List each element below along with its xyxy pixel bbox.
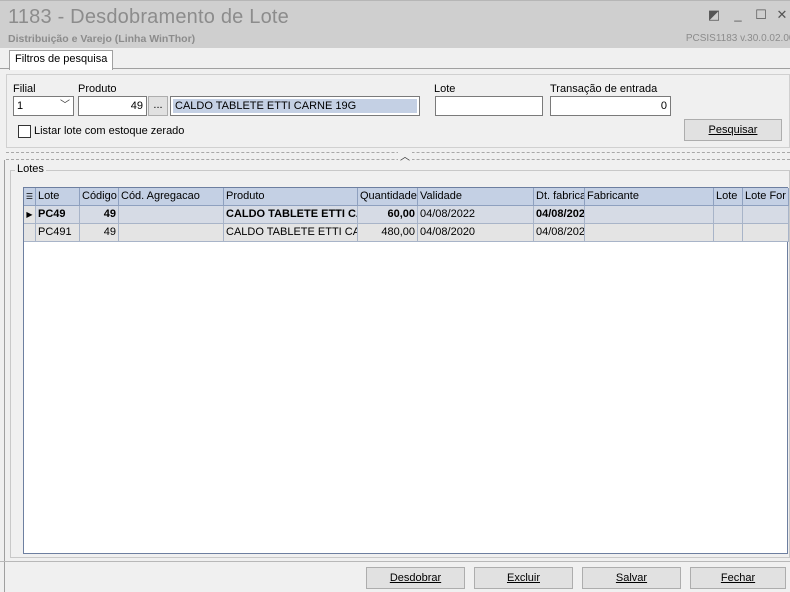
cell-fabricante [585, 206, 714, 224]
column-header-lote2[interactable]: Lote [714, 188, 743, 206]
cell-produto: CALDO TABLETE ETTI CARNE 19G [224, 206, 358, 224]
excluir-label: Excluir [506, 572, 540, 584]
cell-codigo: 49 [80, 206, 119, 224]
cell-validade: 04/08/2022 [418, 206, 534, 224]
cell-quantidade: 60,00 [358, 206, 418, 224]
produto-description: CALDO TABLETE ETTI CARNE 19G [173, 99, 417, 113]
left-border [4, 160, 5, 592]
cell-fabricante [585, 224, 714, 242]
lotes-grid[interactable]: ☰ Lote Código Cód. Agregacao Produto Qua… [23, 187, 789, 554]
column-header-lote[interactable]: Lote [36, 188, 80, 206]
tab-filtros-de-pesquisa[interactable]: Filtros de pesquisa [9, 50, 114, 70]
fechar-button[interactable]: Fechar [690, 567, 786, 589]
lotes-title: Lotes [15, 163, 46, 175]
cell-agregacao [119, 206, 224, 224]
cell-agregacao [119, 224, 224, 242]
column-header-codigo[interactable]: Código [80, 188, 119, 206]
tab-strip: Filtros de pesquisa [0, 48, 790, 70]
transacao-input[interactable]: 0 [550, 96, 671, 116]
column-header-validade[interactable]: Validade [418, 188, 534, 206]
cell-lote2 [714, 224, 743, 242]
row-indicator-icon: ▶ [24, 206, 36, 224]
column-header-lote-fornecedor[interactable]: Lote For [743, 188, 789, 206]
cell-validade: 04/08/2020 [418, 224, 534, 242]
close-icon[interactable]: ✕ [774, 7, 790, 23]
filial-value: 1 [17, 100, 24, 112]
cell-produto: CALDO TABLETE ETTI CARNE 19G [224, 224, 358, 242]
minimize-icon[interactable]: _ [730, 7, 746, 23]
table-row[interactable]: PC491 49 CALDO TABLETE ETTI CARNE 19G 48… [24, 224, 789, 242]
cell-lote-fornecedor [743, 224, 789, 242]
cell-lote: PC49 [36, 206, 80, 224]
column-header-agregacao[interactable]: Cód. Agregacao [119, 188, 224, 206]
transacao-label: Transação de entrada [550, 83, 658, 95]
column-header-fabricante[interactable]: Fabricante [585, 188, 714, 206]
cell-quantidade: 480,00 [358, 224, 418, 242]
filial-label: Filial [13, 83, 36, 95]
cell-codigo: 49 [80, 224, 119, 242]
cell-fabricacao: 04/08/2020 [534, 206, 585, 224]
excluir-button[interactable]: Excluir [474, 567, 573, 589]
salvar-button[interactable]: Salvar [582, 567, 681, 589]
filters-panel: Filial 1 ﹀ Produto 49 ... CALDO TABLETE … [6, 74, 790, 148]
salvar-label: Salvar [615, 572, 648, 584]
filial-select[interactable]: 1 ﹀ [13, 96, 74, 116]
lote-label: Lote [434, 83, 456, 95]
estoque-zerado-label[interactable]: Listar lote com estoque zerado [34, 125, 184, 137]
produto-code-input[interactable]: 49 [78, 96, 147, 116]
estoque-zerado-checkbox[interactable] [18, 125, 31, 138]
cell-lote: PC491 [36, 224, 80, 242]
fechar-label: Fechar [720, 572, 756, 584]
cell-fabricacao: 04/08/2020 [534, 224, 585, 242]
produto-label: Produto [78, 83, 117, 95]
chevron-up-icon[interactable]: ︿ [398, 148, 412, 163]
restore-icon[interactable]: ◩ [706, 7, 722, 23]
grid-header: ☰ Lote Código Cód. Agregacao Produto Qua… [24, 188, 789, 206]
pesquisar-label: Pesquisar [708, 124, 758, 136]
title-bar: 1183 - Desdobramento de Lote Distribuiçã… [0, 0, 790, 48]
column-chooser-icon[interactable]: ☰ [24, 188, 36, 206]
row-indicator [24, 224, 36, 242]
cell-lote2 [714, 206, 743, 224]
lotes-group: Lotes ☰ Lote Código Cód. Agregacao Produ… [10, 163, 790, 558]
desdobrar-button[interactable]: Desdobrar [366, 567, 465, 589]
lote-input[interactable] [435, 96, 543, 116]
column-header-produto[interactable]: Produto [224, 188, 358, 206]
desdobrar-label: Desdobrar [389, 572, 442, 584]
window-subtitle: Distribuição e Varejo (Linha WinThor) [8, 33, 196, 45]
pesquisar-button[interactable]: Pesquisar [684, 119, 782, 141]
produto-lookup-button[interactable]: ... [148, 96, 168, 116]
action-bar: Desdobrar Excluir Salvar Fechar [0, 561, 790, 592]
panel-splitter[interactable]: ︿ [6, 148, 790, 163]
column-header-fabricacao[interactable]: Dt. fabricação [534, 188, 585, 206]
produto-description-field: CALDO TABLETE ETTI CARNE 19G [170, 96, 420, 116]
chevron-down-icon: ﹀ [60, 100, 70, 111]
table-row[interactable]: ▶ PC49 49 CALDO TABLETE ETTI CARNE 19G 6… [24, 206, 789, 224]
version-label: PCSIS1183 v.30.0.02.006 [685, 33, 790, 44]
column-header-quantidade[interactable]: Quantidade [358, 188, 418, 206]
cell-lote-fornecedor [743, 206, 789, 224]
window-title: 1183 - Desdobramento de Lote [8, 6, 289, 28]
maximize-icon[interactable]: ☐ [753, 7, 769, 23]
